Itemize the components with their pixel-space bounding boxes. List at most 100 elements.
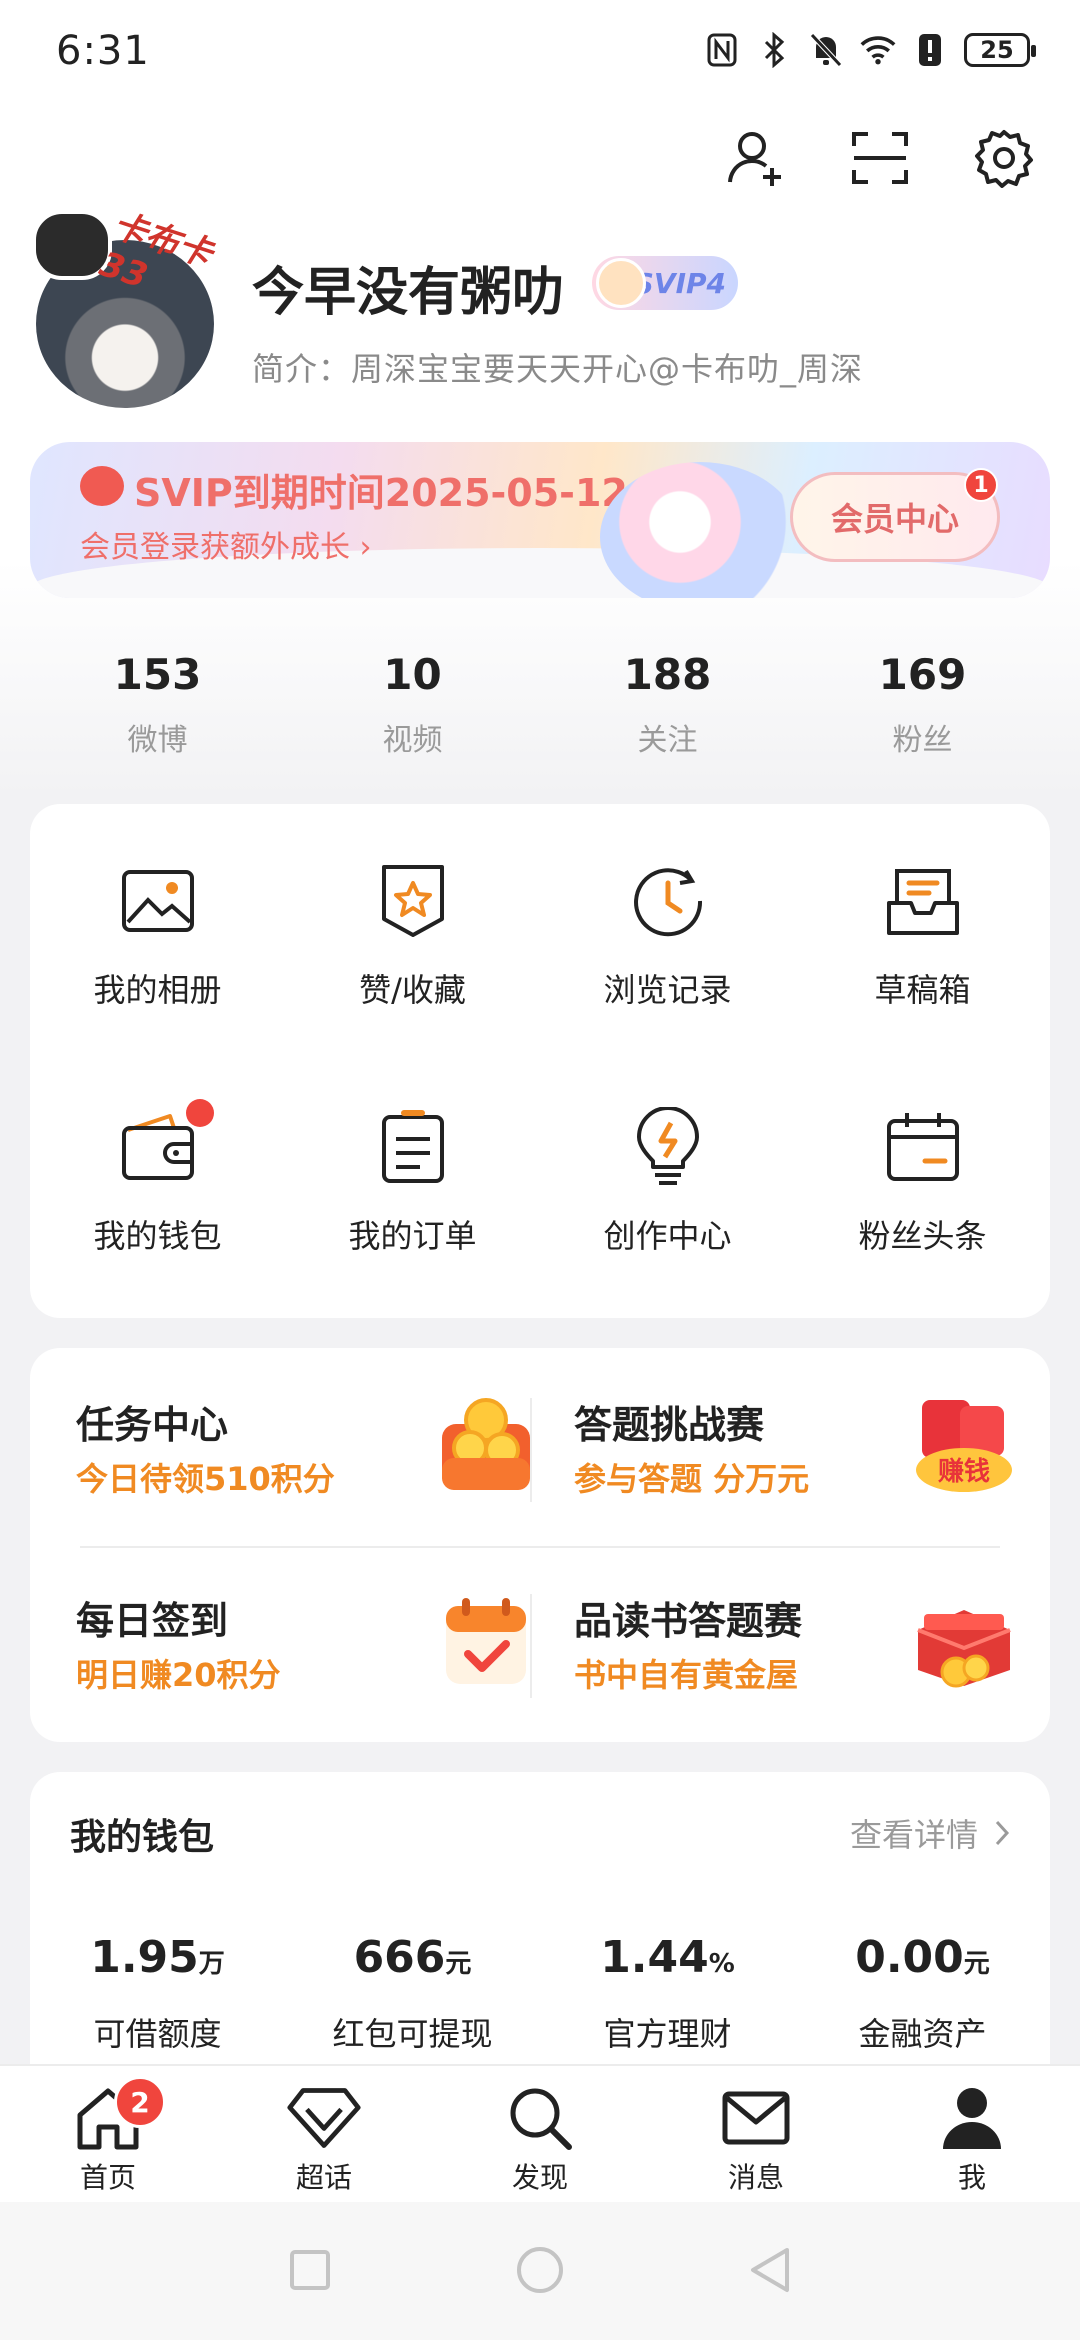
recent-apps-button[interactable] — [284, 2244, 336, 2296]
tab-me[interactable]: 我 — [864, 2066, 1080, 2202]
tab-label: 首页 — [79, 2161, 136, 2194]
grid-item-label: 赞/收藏 — [359, 971, 466, 1009]
square-icon — [290, 2250, 330, 2290]
status-bar: 6:31 25 — [0, 0, 1080, 100]
grid-item-fan-headlines[interactable]: 粉丝头条 — [795, 1058, 1050, 1304]
tab-discover[interactable]: 发现 — [432, 2066, 648, 2202]
add-friend-button[interactable] — [724, 126, 788, 190]
wallet-red-packet[interactable]: 666元 红包可提现 — [285, 1932, 540, 2055]
lightbulb-icon — [636, 1107, 699, 1185]
tab-label: 我 — [957, 2161, 986, 2194]
grid-item-label: 我的钱包 — [93, 1217, 222, 1255]
stat-videos[interactable]: 10 视频 — [285, 650, 540, 770]
task-title: 任务中心 — [76, 1403, 229, 1447]
task-quiz-challenge[interactable]: 答题挑战赛 参与答题 分万元 赚钱 — [574, 1394, 1014, 1524]
grid-item-creator[interactable]: 创作中心 — [540, 1058, 795, 1304]
stat-value: 169 — [878, 650, 967, 699]
nfc-icon — [704, 30, 740, 70]
checkin-calendar-icon — [446, 1598, 526, 1684]
scan-icon — [852, 132, 908, 184]
task-title: 品读书答题赛 — [574, 1599, 803, 1643]
home-nav-button[interactable] — [514, 2244, 566, 2296]
stat-label: 粉丝 — [892, 723, 953, 758]
task-book-quiz[interactable]: 品读书答题赛 书中自有黄金屋 — [574, 1590, 1014, 1720]
gear-icon — [975, 130, 1033, 188]
battery-indicator: 25 — [964, 33, 1036, 67]
wallet-unit: 元 — [963, 1949, 990, 1979]
wallet-credit-limit[interactable]: 1.95万 可借额度 — [30, 1932, 285, 2055]
task-center[interactable]: 任务中心 今日待领510积分 — [76, 1394, 536, 1524]
vip-banner[interactable]: SVIP到期时间2025-05-12 会员登录获额外成长 › 会员中心 1 — [30, 442, 1050, 598]
wallet-card: 我的钱包 查看详情 1.95万 可借额度 666元 红包可提现 1.44% 官方… — [30, 1772, 1050, 2072]
wallet-value: 666 — [353, 1932, 446, 1983]
wallet-label: 红包可提现 — [332, 2015, 493, 2053]
history-clock-icon — [633, 868, 702, 937]
mute-bell-icon — [808, 30, 844, 70]
search-icon — [510, 2088, 572, 2150]
task-subtitle: 参与答题 分万元 — [574, 1460, 810, 1498]
red-envelope-icon: 赚钱 — [916, 1400, 1012, 1492]
grid-item-favorites[interactable]: 赞/收藏 — [285, 812, 540, 1058]
alert-icon — [912, 30, 948, 70]
wallet-details-label: 查看详情 — [849, 1816, 978, 1854]
wallet-unit: % — [708, 1949, 735, 1979]
grid-item-album[interactable]: 我的相册 — [30, 812, 285, 1058]
calendar-icon — [886, 1113, 959, 1181]
grid-item-label: 浏览记录 — [603, 971, 732, 1009]
tab-super-topic[interactable]: 超话 — [216, 2066, 432, 2202]
favorite-star-icon — [381, 865, 444, 937]
grid-item-label: 粉丝头条 — [858, 1217, 987, 1255]
red-envelope-text: 赚钱 — [938, 1457, 990, 1487]
grid-item-label: 创作中心 — [603, 1217, 732, 1255]
tab-label: 超话 — [295, 2161, 352, 2194]
wallet-icon — [121, 1114, 194, 1180]
chevron-right-icon — [995, 1820, 1010, 1846]
stat-label: 关注 — [637, 723, 698, 758]
stat-value: 153 — [113, 650, 202, 699]
tab-home[interactable]: 首页 2 — [0, 2066, 216, 2202]
task-divider — [80, 1546, 1000, 1548]
back-button[interactable] — [744, 2244, 796, 2296]
profile-icon — [943, 2088, 1001, 2149]
profile-bio[interactable]: 简介：周深宝宝要天天开心@卡布叻_周深 — [252, 344, 863, 390]
stat-label: 微博 — [127, 723, 188, 758]
wallet-financial-assets[interactable]: 0.00元 金融资产 — [795, 1932, 1050, 2055]
wallet-official-finance[interactable]: 1.44% 官方理财 — [540, 1932, 795, 2055]
coin-stack-icon — [442, 1398, 530, 1490]
grid-item-drafts[interactable]: 草稿箱 — [795, 812, 1050, 1058]
grid-item-wallet[interactable]: 我的钱包 — [30, 1058, 285, 1304]
task-title: 答题挑战赛 — [574, 1403, 765, 1447]
tab-messages[interactable]: 消息 — [648, 2066, 864, 2202]
wallet-details-link[interactable]: 查看详情 — [850, 1810, 1010, 1856]
wallet-label: 可借额度 — [93, 2015, 222, 2053]
grid-item-label: 我的相册 — [93, 971, 222, 1009]
scan-button[interactable] — [848, 126, 912, 190]
task-subtitle: 今日待领510积分 — [76, 1460, 335, 1498]
photo-album-icon — [121, 870, 194, 932]
tasks-card: 任务中心 今日待领510积分 答题挑战赛 参与答题 分万元 赚钱 每日签到 明日… — [30, 1348, 1050, 1742]
mail-icon — [722, 2091, 790, 2145]
settings-button[interactable] — [972, 126, 1036, 190]
stat-following[interactable]: 188 关注 — [540, 650, 795, 770]
wallet-stats: 1.95万 可借额度 666元 红包可提现 1.44% 官方理财 0.00元 金… — [30, 1932, 1050, 2055]
back-triangle-icon — [751, 2248, 789, 2292]
username[interactable]: 今早没有粥叻 — [252, 250, 564, 325]
svip-badge[interactable]: SVIP4 — [592, 256, 738, 310]
stat-followers[interactable]: 169 粉丝 — [795, 650, 1050, 770]
grid-item-history[interactable]: 浏览记录 — [540, 812, 795, 1058]
stat-posts[interactable]: 153 微博 — [30, 650, 285, 770]
shortcut-grid-card: 我的相册 赞/收藏 浏览记录 草稿箱 我的钱包 我的订单 创作中心 粉丝头条 — [30, 804, 1050, 1318]
tab-label: 发现 — [511, 2161, 568, 2194]
diamond-icon — [287, 2088, 361, 2148]
status-icons: 25 — [704, 30, 1036, 70]
wallet-label: 官方理财 — [603, 2015, 732, 2053]
task-subtitle: 明日赚20积分 — [76, 1656, 281, 1694]
vip-subtitle[interactable]: 会员登录获额外成长 › — [80, 522, 372, 566]
task-daily-checkin[interactable]: 每日签到 明日赚20积分 — [76, 1590, 536, 1720]
tab-label: 消息 — [727, 2161, 784, 2194]
avatar[interactable]: 卡布卡33 — [32, 205, 217, 408]
add-user-icon — [728, 132, 781, 186]
grid-item-orders[interactable]: 我的订单 — [285, 1058, 540, 1304]
weibo-logo-icon — [80, 466, 124, 506]
svip-mascot-icon — [596, 258, 646, 308]
